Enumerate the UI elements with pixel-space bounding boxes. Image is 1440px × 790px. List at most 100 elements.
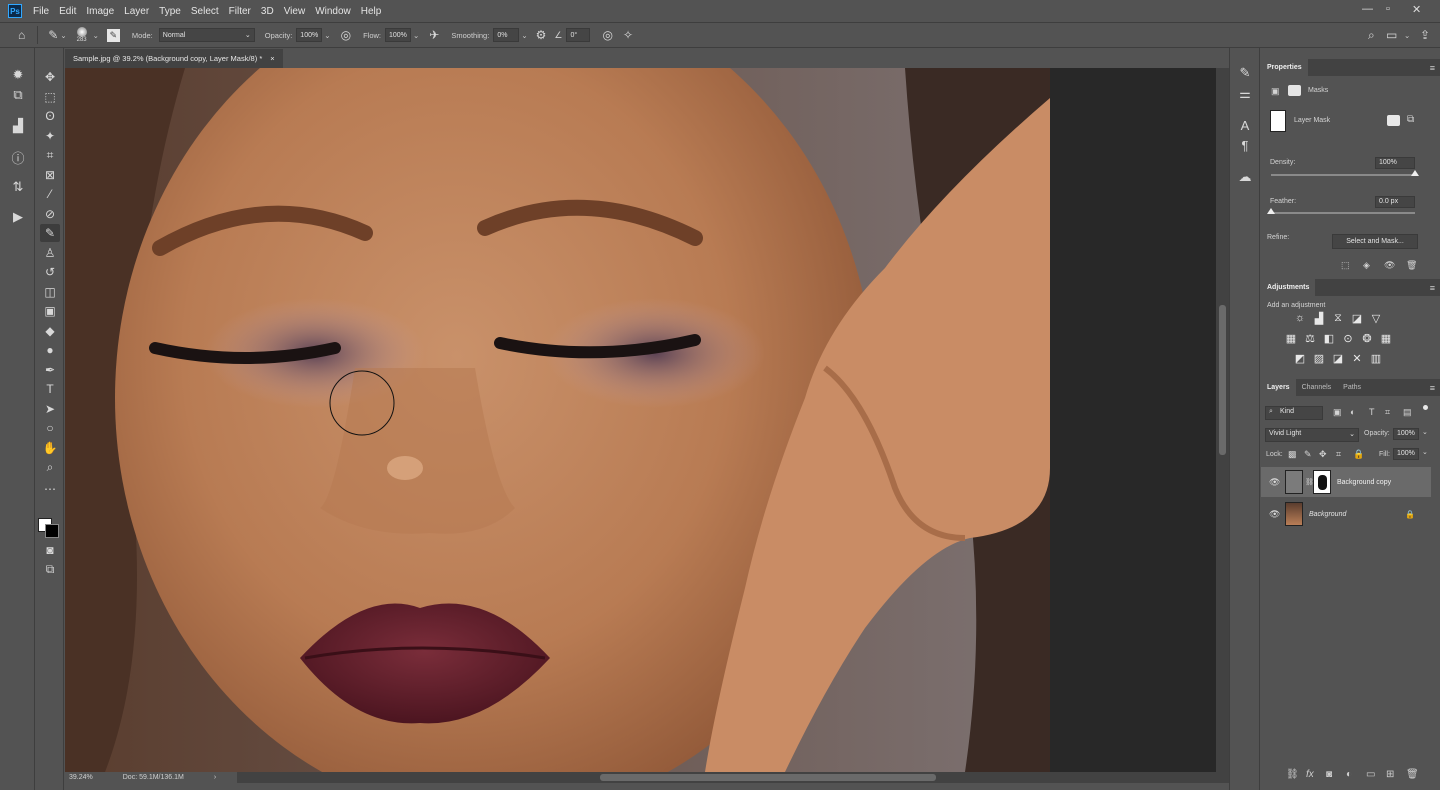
feather-input[interactable]: 0.0 px	[1375, 196, 1415, 208]
menu-image[interactable]: Image	[86, 6, 114, 17]
angle-input[interactable]: 0°	[566, 28, 591, 42]
panel-menu-icon[interactable]: ≡	[1430, 63, 1435, 73]
airbrush-icon[interactable]: ✈	[429, 28, 439, 42]
layer-mask-thumbnail[interactable]	[1313, 470, 1331, 494]
eye-icon[interactable]: 👁	[1384, 260, 1395, 271]
fx-icon[interactable]: fx	[1306, 769, 1314, 780]
pressure-opacity-icon[interactable]: ◎	[341, 28, 351, 42]
path-selection-tool-icon[interactable]: ➤	[40, 400, 60, 418]
menu-view[interactable]: View	[284, 6, 306, 17]
load-selection-icon[interactable]: ⬚	[1341, 260, 1350, 271]
selective-color-icon[interactable]: ✕	[1350, 352, 1364, 365]
color-lookup-icon[interactable]: ▦	[1379, 332, 1393, 345]
menu-window[interactable]: Window	[315, 6, 351, 17]
lock-transparent-icon[interactable]: ▩	[1288, 449, 1297, 460]
filter-pixel-icon[interactable]: ▣	[1333, 407, 1342, 418]
home-icon[interactable]: ⌂	[18, 28, 25, 42]
frame-tool-icon[interactable]: ⊠	[40, 166, 60, 184]
status-menu-arrow[interactable]: ›	[214, 774, 216, 781]
tab-adjustments[interactable]: Adjustments	[1261, 279, 1316, 296]
vector-mask-icon[interactable]	[1288, 85, 1301, 96]
gear-icon[interactable]: ⚙	[536, 28, 547, 42]
brushes-panel-icon[interactable]: ✎	[1236, 64, 1254, 82]
kind-filter-select[interactable]: Kind	[1265, 406, 1323, 420]
channel-mixer-icon[interactable]: ❂	[1360, 332, 1374, 345]
exposure-icon[interactable]: ◪	[1350, 312, 1364, 325]
chevron-down-icon[interactable]: ⌄	[93, 31, 99, 40]
gradient-map-icon[interactable]: ▥	[1369, 352, 1383, 365]
vertical-scroll-thumb[interactable]	[1219, 305, 1226, 455]
quick-mask-icon[interactable]: ◙	[40, 541, 60, 559]
type-tool-icon[interactable]: T	[40, 380, 60, 398]
mode-select[interactable]: Normal ⌄	[158, 28, 255, 42]
tab-paths[interactable]: Paths	[1337, 379, 1367, 396]
histogram-icon[interactable]: ▟	[9, 117, 27, 135]
paragraph-panel-icon[interactable]: ¶	[1236, 136, 1254, 154]
chevron-down-icon[interactable]: ⌄	[324, 31, 330, 40]
color-balance-icon[interactable]: ⚖	[1303, 332, 1317, 345]
menu-layer[interactable]: Layer	[124, 6, 149, 17]
move-tool-icon[interactable]: ✥	[40, 68, 60, 86]
curves-icon[interactable]: ⧖	[1331, 312, 1345, 325]
adjust-panel-icon[interactable]: ⚌	[1236, 85, 1254, 103]
invert-icon[interactable]: ◩	[1293, 352, 1307, 365]
filter-smart-object-icon[interactable]: ▤	[1403, 407, 1412, 418]
filter-shape-icon[interactable]: ⌗	[1385, 407, 1390, 418]
filter-adjustment-icon[interactable]: ◐	[1350, 407, 1355, 417]
actions-play-icon[interactable]: ▶	[9, 208, 27, 226]
libraries-panel-icon[interactable]: ☁	[1236, 168, 1254, 186]
menu-help[interactable]: Help	[361, 6, 382, 17]
blur-tool-icon[interactable]: ◆	[40, 322, 60, 340]
eye-icon[interactable]: 👁	[1269, 509, 1280, 520]
delete-mask-icon[interactable]: 🗑	[1406, 260, 1417, 271]
hand-tool-icon[interactable]: ✋	[40, 439, 60, 457]
brush-settings-icon[interactable]: ✎	[106, 28, 120, 42]
vibrance-icon[interactable]: ▽	[1369, 312, 1383, 325]
tab-layers[interactable]: Layers	[1261, 379, 1296, 396]
more-tools-icon[interactable]: ⋯	[40, 480, 60, 498]
gradient-tool-icon[interactable]: ▣	[40, 302, 60, 320]
lock-image-icon[interactable]: ✎	[1304, 449, 1312, 460]
panel-menu-icon[interactable]: ≡	[1430, 383, 1435, 393]
opacity-input[interactable]: 100%	[296, 28, 323, 42]
menu-select[interactable]: Select	[191, 6, 219, 17]
tab-channels[interactable]: Channels	[1296, 379, 1338, 396]
tab-properties[interactable]: Properties	[1261, 59, 1308, 76]
lasso-tool-icon[interactable]: ʘ	[40, 107, 60, 125]
chevron-down-icon[interactable]: ⌄	[521, 31, 527, 40]
zoom-level[interactable]: 39.24%	[69, 774, 93, 781]
ellipse-tool-icon[interactable]: ○	[40, 419, 60, 437]
filter-toggle-icon[interactable]	[1423, 405, 1428, 410]
layer-row-background-copy[interactable]: 👁 ⛓ Background copy	[1261, 467, 1431, 497]
document-tab[interactable]: Sample.jpg @ 39.2% (Background copy, Lay…	[65, 49, 283, 68]
chevron-down-icon[interactable]: ⌄	[413, 31, 419, 40]
character-panel-icon[interactable]: A	[1236, 116, 1254, 134]
close-window-icon[interactable]: ✕	[1412, 3, 1421, 16]
search-icon[interactable]: ⌕	[1368, 28, 1375, 43]
pixel-mask-icon[interactable]: ▣	[1271, 86, 1280, 97]
history-icon[interactable]: ⧉	[9, 86, 27, 104]
smoothing-input[interactable]: 0%	[493, 28, 520, 42]
menu-type[interactable]: Type	[159, 6, 181, 17]
link-layers-icon[interactable]: ⛓	[1286, 769, 1299, 780]
fill-input[interactable]: 100%	[1393, 448, 1419, 460]
document-area[interactable]	[65, 68, 1229, 772]
select-and-mask-button[interactable]: Select and Mask...	[1332, 234, 1418, 249]
restore-icon[interactable]: ▫	[1386, 3, 1390, 15]
image-canvas[interactable]	[65, 68, 1050, 772]
flow-input[interactable]: 100%	[385, 28, 411, 42]
healing-brush-tool-icon[interactable]: ⊘	[40, 205, 60, 223]
brush-preset-picker[interactable]: 283	[76, 27, 87, 43]
brush-tool-icon[interactable]: ✎	[40, 224, 60, 242]
black-white-icon[interactable]: ◧	[1322, 332, 1336, 345]
delete-layer-icon[interactable]: 🗑	[1406, 769, 1419, 780]
clone-stamp-tool-icon[interactable]: ♙	[40, 244, 60, 262]
chevron-down-icon[interactable]: ⌄	[1422, 428, 1428, 436]
brush-tool-icon[interactable]: ✎	[48, 28, 58, 42]
panel-menu-icon[interactable]: ≡	[1430, 283, 1435, 293]
workspace-icon[interactable]: ▭	[1386, 28, 1397, 42]
history-brush-tool-icon[interactable]: ↺	[40, 263, 60, 281]
filter-type-icon[interactable]: T	[1369, 407, 1375, 417]
layer-row-background[interactable]: 👁 Background 🔒	[1261, 499, 1431, 529]
feather-slider-knob[interactable]	[1267, 208, 1275, 214]
